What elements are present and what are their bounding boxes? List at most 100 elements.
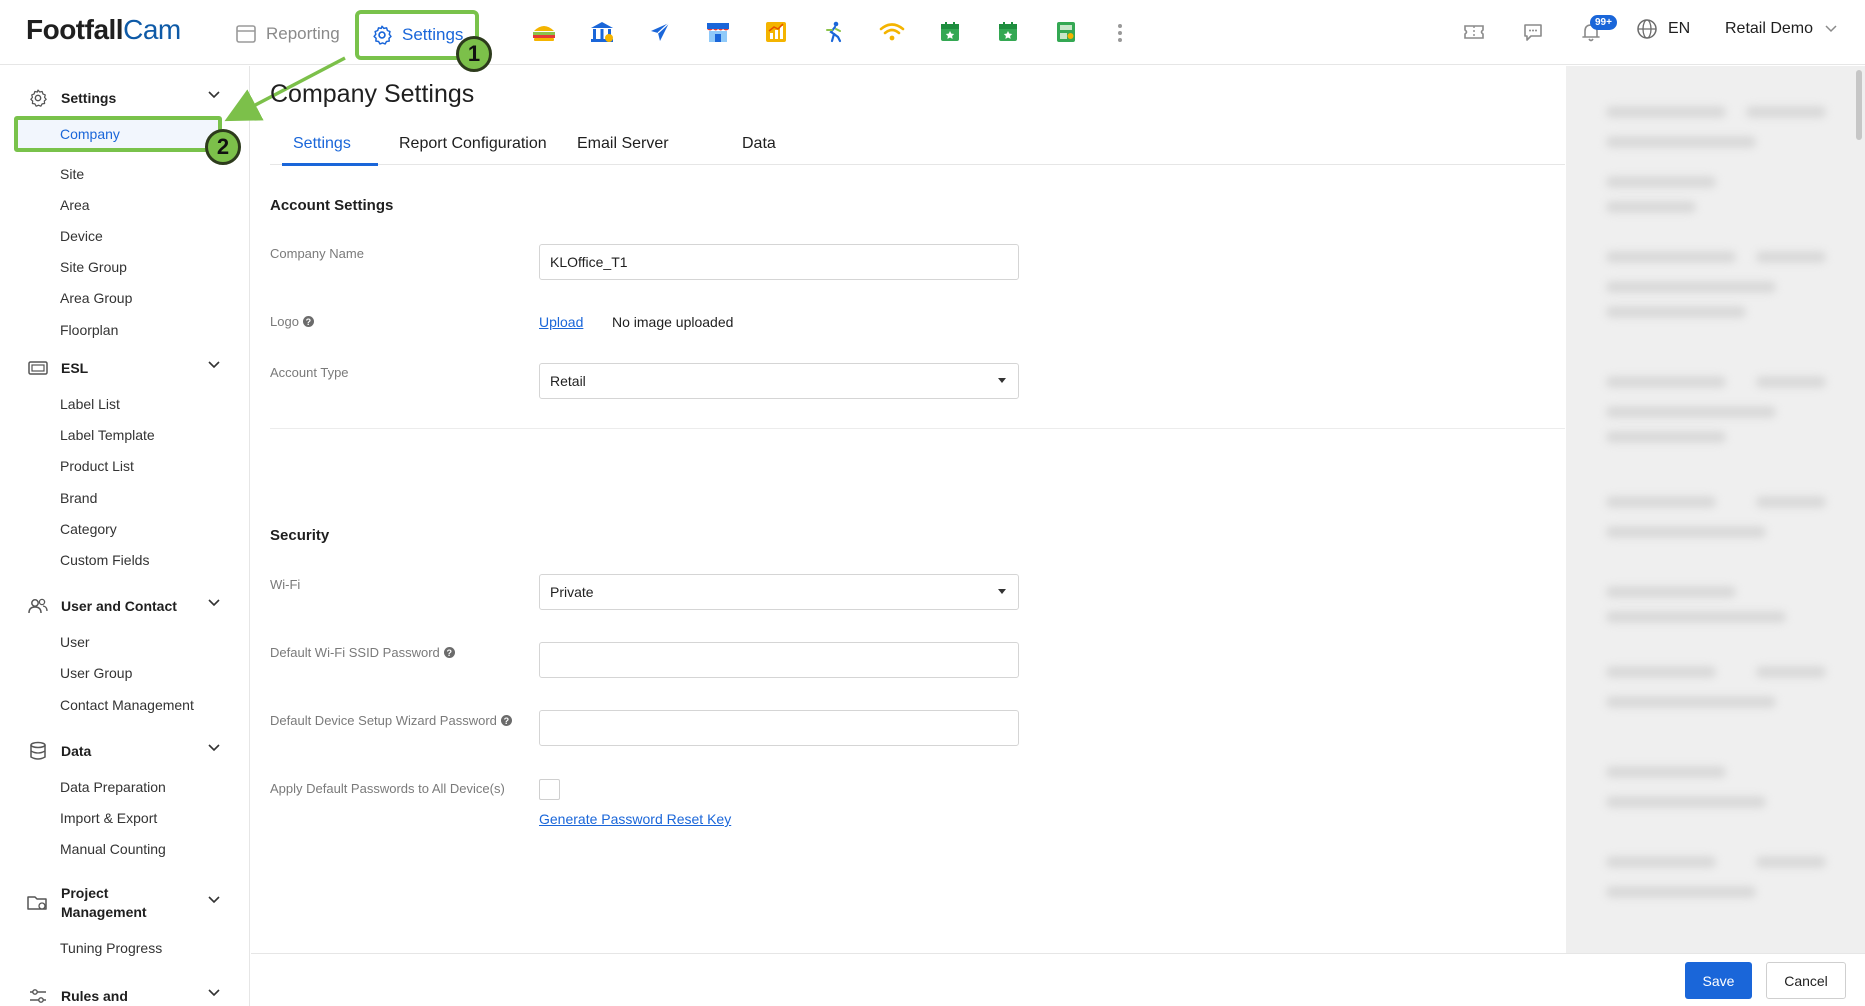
- section-divider: [270, 428, 1565, 429]
- help-icon[interactable]: ?: [500, 715, 512, 726]
- user-menu[interactable]: Retail Demo: [1725, 20, 1837, 38]
- chevron-down-icon: [208, 989, 222, 1003]
- chat-icon[interactable]: [1518, 17, 1548, 47]
- wifi-select[interactable]: Private: [539, 574, 1019, 610]
- cancel-button[interactable]: Cancel: [1766, 962, 1846, 999]
- step-badge-1: 1: [456, 36, 492, 72]
- sidebar-section-settings[interactable]: Settings: [26, 86, 222, 110]
- ssid-password-label: Default Wi-Fi SSID Password?: [270, 645, 455, 660]
- logo-label: Logo?: [270, 314, 314, 329]
- sidebar-section-title: Data: [61, 742, 92, 759]
- top-bar: FootfallCam Reporting Settings 99+ EN Re…: [0, 0, 1865, 65]
- sidebar-item-area[interactable]: Area: [60, 197, 90, 213]
- wizard-password-label: Default Device Setup Wizard Password?: [270, 713, 512, 728]
- sidebar-section-title: Settings: [61, 89, 117, 106]
- tab-settings[interactable]: Settings: [293, 135, 351, 153]
- esl-label-icon: [26, 356, 50, 380]
- bank-icon[interactable]: [585, 14, 618, 50]
- sidebar-section-esl[interactable]: ESL: [26, 356, 222, 380]
- chevron-down-icon: [208, 361, 222, 375]
- sidebar-item-contact-management[interactable]: Contact Management: [60, 697, 194, 713]
- section-title-account-settings: Account Settings: [270, 197, 394, 214]
- project-folder-icon: [26, 891, 50, 915]
- settings-tabs: Settings Report Configuration Email Serv…: [270, 123, 1565, 166]
- ticket-icon[interactable]: [1459, 17, 1489, 47]
- sidebar-item-data-preparation[interactable]: Data Preparation: [60, 779, 166, 795]
- wifi-label: Wi-Fi: [270, 577, 301, 592]
- help-icon[interactable]: ?: [302, 316, 314, 327]
- sidebar-item-tuning-progress[interactable]: Tuning Progress: [60, 940, 162, 956]
- more-options-icon[interactable]: [1110, 18, 1130, 48]
- reporting-icon: [235, 23, 257, 45]
- calendar-icon[interactable]: [933, 14, 966, 50]
- sandwich-icon[interactable]: [527, 14, 560, 50]
- sliders-icon: [26, 984, 50, 1006]
- generate-reset-key-link[interactable]: Generate Password Reset Key: [539, 811, 731, 827]
- sidebar-item-area-group[interactable]: Area Group: [60, 290, 132, 306]
- chevron-down-icon: [208, 896, 222, 910]
- sidebar-item-import-export[interactable]: Import & Export: [60, 810, 157, 826]
- sidebar-item-site-group[interactable]: Site Group: [60, 259, 127, 275]
- sidebar-item-label-list[interactable]: Label List: [60, 396, 120, 412]
- sidebar-section-project-management[interactable]: Project Management: [26, 884, 222, 922]
- calendar-icon[interactable]: [991, 14, 1024, 50]
- nav-tab-settings-label: Settings: [402, 25, 464, 44]
- account-type-label: Account Type: [270, 365, 349, 380]
- sidebar-section-data[interactable]: Data: [26, 739, 222, 763]
- apply-default-passwords-checkbox[interactable]: [539, 779, 560, 800]
- chevron-down-icon: [208, 599, 222, 613]
- tab-report-configuration[interactable]: Report Configuration: [399, 135, 547, 153]
- sidebar-item-manual-counting[interactable]: Manual Counting: [60, 841, 166, 857]
- sidebar-item-label-template[interactable]: Label Template: [60, 427, 155, 443]
- footer-bar: [251, 953, 1865, 1006]
- upload-logo-link[interactable]: Upload: [539, 314, 583, 330]
- sidebar-item-device[interactable]: Device: [60, 228, 103, 244]
- caret-down-icon: [998, 589, 1006, 594]
- sidebar-item-site[interactable]: Site: [60, 166, 84, 182]
- sidebar-section-title: ESL: [61, 359, 89, 376]
- sidebar-item-floorplan[interactable]: Floorplan: [60, 322, 118, 338]
- ssid-password-input[interactable]: [539, 642, 1019, 678]
- step-badge-2: 2: [205, 129, 241, 165]
- store-icon[interactable]: [701, 14, 734, 50]
- running-person-icon[interactable]: [817, 14, 850, 50]
- tab-email-server[interactable]: Email Server: [577, 135, 669, 153]
- blurred-side-panel: [1566, 66, 1865, 956]
- help-icon[interactable]: ?: [443, 647, 455, 658]
- sidebar-item-user-group[interactable]: User Group: [60, 665, 132, 681]
- gear-icon: [26, 86, 50, 110]
- cash-icon[interactable]: [1049, 14, 1082, 50]
- sidebar-item-custom-fields[interactable]: Custom Fields: [60, 552, 149, 568]
- tab-data[interactable]: Data: [742, 135, 776, 153]
- sidebar-item-user[interactable]: User: [60, 634, 90, 650]
- scrollbar-thumb[interactable]: [1856, 70, 1862, 140]
- save-button[interactable]: Save: [1685, 962, 1752, 999]
- sidebar-item-brand[interactable]: Brand: [60, 490, 97, 506]
- airplane-icon[interactable]: [643, 14, 676, 50]
- wifi-value: Private: [550, 584, 594, 600]
- section-title-security: Security: [270, 527, 330, 544]
- sidebar-item-company[interactable]: Company: [14, 116, 222, 152]
- wizard-password-input[interactable]: [539, 710, 1019, 746]
- sidebar-item-category[interactable]: Category: [60, 521, 117, 537]
- sidebar-section-user-contact[interactable]: User and Contact: [26, 594, 222, 618]
- language-selector[interactable]: EN: [1636, 18, 1690, 40]
- chart-icon[interactable]: [759, 14, 792, 50]
- sidebar-section-title: User and Contact: [61, 597, 177, 614]
- app-switcher-icons: [527, 14, 1082, 50]
- chevron-down-icon: [208, 744, 222, 758]
- account-type-select[interactable]: Retail: [539, 363, 1019, 399]
- nav-tab-reporting-label: Reporting: [266, 24, 340, 43]
- page-title: Company Settings: [270, 80, 475, 108]
- company-name-input[interactable]: KLOffice_T1: [539, 244, 1019, 280]
- globe-icon: [1636, 18, 1658, 40]
- wifi-icon[interactable]: [875, 14, 908, 50]
- nav-tab-reporting[interactable]: Reporting: [235, 14, 340, 54]
- database-icon: [26, 739, 50, 763]
- users-icon: [26, 594, 50, 618]
- language-label: EN: [1668, 20, 1691, 37]
- chevron-down-icon: [208, 91, 222, 105]
- sidebar-section-rules[interactable]: Rules and: [26, 984, 222, 1006]
- sidebar-item-product-list[interactable]: Product List: [60, 458, 134, 474]
- app-logo[interactable]: FootfallCam: [26, 14, 181, 46]
